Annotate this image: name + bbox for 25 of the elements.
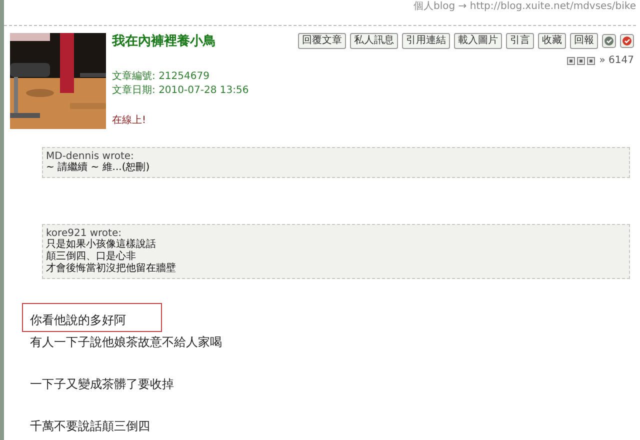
blog-link[interactable]: 個人blog → http://blog.xuite.net/mdvses/bike	[414, 0, 636, 13]
post-meta: 文章日期: 2010-07-28 13:56	[112, 84, 250, 97]
post-meta: 文章編號: 21254679	[112, 70, 210, 83]
quote-line: 只是如果小孩像這樣說話	[46, 239, 157, 250]
post-action-button[interactable]: 載入圖片	[454, 33, 502, 49]
post-action-button[interactable]: 私人訊息	[350, 33, 398, 49]
post-action-button[interactable]: 引言	[506, 33, 534, 49]
action-icon[interactable]	[602, 34, 616, 48]
online-status: 在線上!	[112, 114, 148, 128]
body-text: 有人一下子說他娘茶故意不給人家喝	[30, 334, 222, 351]
post-action-button[interactable]: 收藏	[538, 33, 566, 49]
post-action-button[interactable]: 回報	[570, 33, 598, 49]
quote-author: kore921 wrote:	[46, 228, 122, 239]
quote-line: 才會後悔當初沒把他留在牆壁	[46, 263, 177, 275]
action-icon[interactable]	[620, 34, 634, 48]
author-name[interactable]: 我在內褲裡養小鳥	[112, 32, 216, 52]
quote-line: ~ 請繼續 ~ 維...(恕刪)	[46, 162, 151, 174]
post-action-button[interactable]: 回覆文章	[298, 33, 346, 49]
post-count: » 6147	[599, 54, 634, 68]
body-text: 千萬不要說話顛三倒四	[30, 418, 150, 435]
quote-author: MD-dennis wrote:	[46, 151, 135, 162]
post-action-button[interactable]: 引用連結	[402, 33, 450, 49]
body-text: 你看他說的多好阿	[30, 312, 126, 329]
body-text: 一下子又變成茶髒了要收掉	[30, 376, 174, 393]
quote-line: 顛三倒四、口是心非	[46, 251, 137, 262]
